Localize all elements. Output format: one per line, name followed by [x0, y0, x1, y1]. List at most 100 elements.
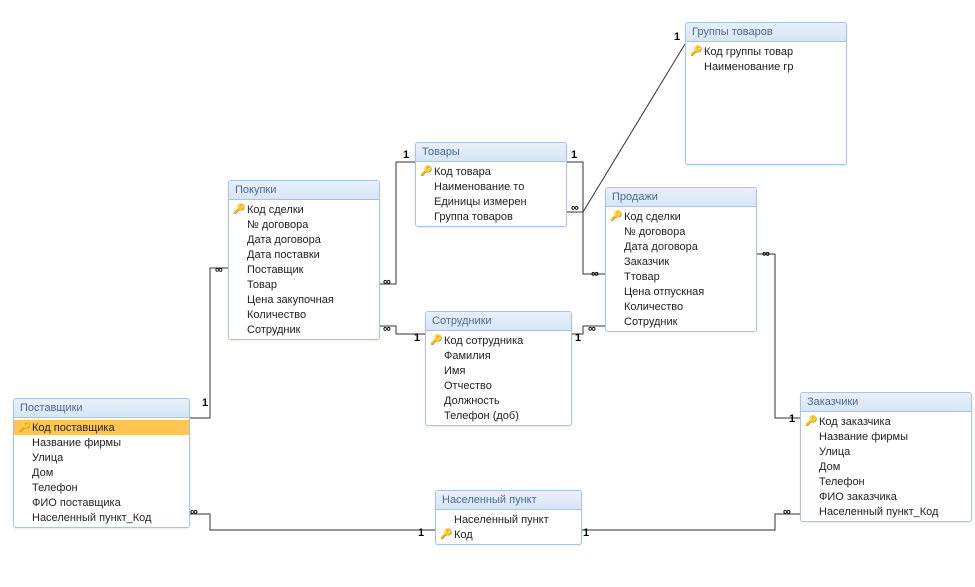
field-row[interactable]: 🔑Код товара [416, 164, 566, 179]
field-row[interactable]: •Населенный пункт [436, 512, 581, 527]
table-header[interactable]: Товары [416, 143, 566, 162]
field-row[interactable]: 🔑Код сделки [229, 202, 379, 217]
field-label: Сотрудник [245, 324, 300, 336]
field-label: Код [452, 529, 473, 541]
field-row[interactable]: •Должность [426, 393, 571, 408]
field-row[interactable]: 🔑Код группы товар [686, 44, 846, 59]
field-label: Дата договора [622, 241, 698, 253]
field-row[interactable]: •Населенный пункт_Код [801, 504, 971, 519]
cardinality-one: 1 [789, 413, 795, 425]
field-label: ФИО поставщика [30, 497, 121, 509]
field-row[interactable]: •Поставщик [229, 262, 379, 277]
field-row[interactable]: •ФИО поставщика [14, 495, 189, 510]
field-row[interactable]: •Название фирмы [801, 429, 971, 444]
table-body: 🔑Код поставщика•Название фирмы•Улица•Дом… [14, 418, 189, 527]
field-row[interactable]: •Цена закупочная [229, 292, 379, 307]
cardinality-many: ∞ [571, 202, 578, 214]
field-row[interactable]: •Единицы измерен [416, 194, 566, 209]
field-row[interactable]: •Ттовар [606, 269, 756, 284]
field-row[interactable]: •Телефон [801, 474, 971, 489]
field-row[interactable]: •Отчество [426, 378, 571, 393]
field-row[interactable]: •ФИО заказчика [801, 489, 971, 504]
field-row[interactable]: •Дата договора [229, 232, 379, 247]
table-body: 🔑Код сделки•№ договора•Дата договора•Дат… [229, 200, 379, 339]
field-label: Количество [622, 301, 683, 313]
field-label: Поставщик [245, 264, 303, 276]
field-label: Количество [245, 309, 306, 321]
field-row[interactable]: •Заказчик [606, 254, 756, 269]
table-purchases[interactable]: Покупки🔑Код сделки•№ договора•Дата догов… [228, 180, 380, 340]
field-row[interactable]: 🔑Код заказчика [801, 414, 971, 429]
cardinality-one: 1 [414, 332, 420, 344]
cardinality-many: ∞ [215, 264, 222, 276]
field-row[interactable]: •Сотрудник [606, 314, 756, 329]
table-sales[interactable]: Продажи 🔑Код сделки•№ договора•Дата догов… [605, 187, 757, 332]
field-row[interactable]: 🔑Код [436, 527, 581, 542]
table-body: 🔑Код группы товар•Наименование гр [686, 42, 846, 164]
field-label: Код товара [432, 166, 491, 178]
field-row[interactable]: •Улица [14, 450, 189, 465]
field-row[interactable]: •Телефон (доб) [426, 408, 571, 423]
field-row[interactable]: •Количество [606, 299, 756, 314]
field-row[interactable]: •Дом [14, 465, 189, 480]
field-row[interactable]: •Фамилия [426, 348, 571, 363]
table-header[interactable]: Продажи [606, 188, 756, 207]
field-row[interactable]: •№ договора [606, 224, 756, 239]
table-city[interactable]: Населенный пункт•Населенный пункт🔑Код [435, 490, 582, 545]
table-goods[interactable]: Товары 🔑Код товара•Наименование то•Единиц… [415, 142, 567, 227]
cardinality-many: ∞ [591, 268, 598, 280]
field-row[interactable]: •Телефон [14, 480, 189, 495]
table-header[interactable]: Поставщики [14, 399, 189, 418]
field-label: ФИО заказчика [817, 491, 897, 503]
field-label: Код группы товар [702, 46, 793, 58]
field-label: Должность [442, 395, 500, 407]
table-body: 🔑Код сотрудника•Фамилия•Имя•Отчество•Дол… [426, 331, 571, 425]
table-header[interactable]: Сотрудники [426, 312, 571, 331]
field-label: Ттовар [622, 271, 660, 283]
field-row[interactable]: •Цена отпускная [606, 284, 756, 299]
table-groups[interactable]: Группы товаров🔑Код группы товар•Наименов… [685, 22, 847, 165]
field-label: Фамилия [442, 350, 491, 362]
field-row[interactable]: •Название фирмы [14, 435, 189, 450]
table-header[interactable]: Покупки [229, 181, 379, 200]
primary-key-icon: 🔑 [18, 422, 30, 433]
field-label: Дом [817, 461, 840, 473]
field-row[interactable]: •Дата поставки [229, 247, 379, 262]
table-suppliers[interactable]: Поставщики🔑Код поставщика•Название фирмы… [13, 398, 190, 528]
field-row[interactable]: •Товар [229, 277, 379, 292]
field-row[interactable]: •Наименование то [416, 179, 566, 194]
field-row[interactable]: 🔑Код сделки [606, 209, 756, 224]
table-body: •Населенный пункт🔑Код [436, 510, 581, 544]
field-label: Улица [817, 446, 850, 458]
table-header[interactable]: Заказчики [801, 393, 971, 412]
field-label: Населенный пункт [452, 514, 549, 526]
field-label: Улица [30, 452, 63, 464]
field-label: Единицы измерен [432, 196, 527, 208]
field-row[interactable]: •Улица [801, 444, 971, 459]
primary-key-icon: 🔑 [440, 529, 452, 540]
field-row[interactable]: •Группа товаров [416, 209, 566, 224]
field-row[interactable]: 🔑Код сотрудника [426, 333, 571, 348]
field-label: Код поставщика [30, 422, 115, 434]
cardinality-many: ∞ [383, 276, 390, 288]
table-header[interactable]: Группы товаров [686, 23, 846, 42]
table-customers[interactable]: Заказчики 🔑Код заказчика•Название фирмы•У… [800, 392, 972, 522]
field-row[interactable]: •Количество [229, 307, 379, 322]
cardinality-many: ∞ [383, 323, 390, 335]
field-row[interactable]: 🔑Код поставщика [14, 420, 189, 435]
primary-key-icon: 🔑 [690, 46, 702, 57]
table-employees[interactable]: Сотрудники🔑Код сотрудника•Фамилия•Имя•От… [425, 311, 572, 426]
cardinality-one: 1 [403, 149, 409, 161]
field-row[interactable]: •Имя [426, 363, 571, 378]
field-row[interactable]: •Наименование гр [686, 59, 846, 74]
field-label: Дом [30, 467, 53, 479]
field-row[interactable]: •Дата договора [606, 239, 756, 254]
primary-key-icon: 🔑 [610, 211, 622, 222]
field-label: Отчество [442, 380, 492, 392]
field-row[interactable]: •№ договора [229, 217, 379, 232]
field-row[interactable]: •Сотрудник [229, 322, 379, 337]
table-header[interactable]: Населенный пункт [436, 491, 581, 510]
field-row[interactable]: •Населенный пункт_Код [14, 510, 189, 525]
field-row[interactable]: •Дом [801, 459, 971, 474]
field-label: Телефон [30, 482, 78, 494]
